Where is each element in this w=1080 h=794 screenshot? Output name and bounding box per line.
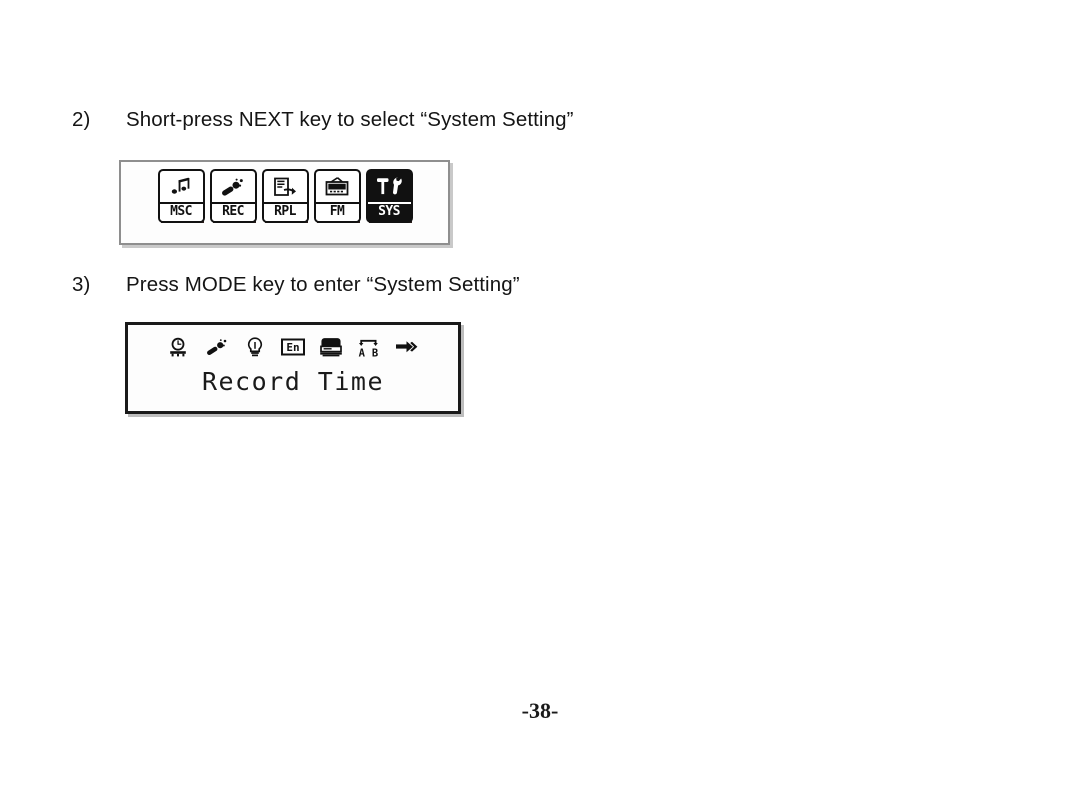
menu-tile-sys-label: SYS — [367, 202, 411, 221]
system-setting-lcd-screen: En A B Record Time — [125, 322, 461, 414]
exit-arrow-icon[interactable] — [394, 335, 420, 359]
display-contrast-icon[interactable] — [318, 335, 344, 359]
backlight-bulb-icon[interactable] — [242, 335, 268, 359]
menu-tile-fm-label: FM — [315, 202, 359, 221]
menu-tile-msc[interactable]: MSC — [157, 169, 205, 223]
clock-icon[interactable] — [166, 335, 192, 359]
radio-icon — [316, 171, 359, 202]
playback-page-icon — [264, 171, 307, 202]
language-en-icon[interactable]: En — [280, 335, 306, 359]
step-2-text: Short-press NEXT key to select “System S… — [126, 108, 574, 131]
svg-text:A: A — [359, 347, 366, 358]
main-menu-lcd-screen: MSC REC RPL FM SYS — [119, 160, 450, 245]
menu-tile-rec-label: REC — [211, 202, 255, 221]
step-3-number: 3) — [72, 273, 91, 296]
replay-ab-icon[interactable]: A B — [356, 335, 382, 359]
microphone-icon[interactable] — [204, 335, 230, 359]
menu-tile-rpl[interactable]: RPL — [261, 169, 309, 223]
page-number: -38- — [521, 698, 559, 723]
step-3-text: Press MODE key to enter “System Setting” — [126, 273, 520, 296]
instruction-step-2: 2) Short-press NEXT key to select “Syste… — [72, 108, 574, 131]
step-2-number: 2) — [72, 108, 91, 131]
menu-tile-sys[interactable]: SYS — [365, 169, 413, 223]
menu-tile-fm[interactable]: FM — [313, 169, 361, 223]
menu-tile-rpl-label: RPL — [263, 202, 307, 221]
music-note-icon — [160, 171, 203, 202]
menu-tile-msc-label: MSC — [159, 202, 203, 221]
microphone-icon — [212, 171, 255, 202]
instruction-step-3: 3) Press MODE key to enter “System Setti… — [72, 273, 520, 296]
lcd-caption-record-time: Record Time — [201, 367, 385, 396]
menu-tile-rec[interactable]: REC — [209, 169, 257, 223]
main-menu-icon-row: MSC REC RPL FM SYS — [121, 169, 448, 223]
svg-text:B: B — [372, 347, 378, 358]
system-setting-icon-row: En A B — [128, 335, 458, 359]
tools-icon — [368, 171, 411, 202]
svg-text:En: En — [286, 341, 299, 354]
